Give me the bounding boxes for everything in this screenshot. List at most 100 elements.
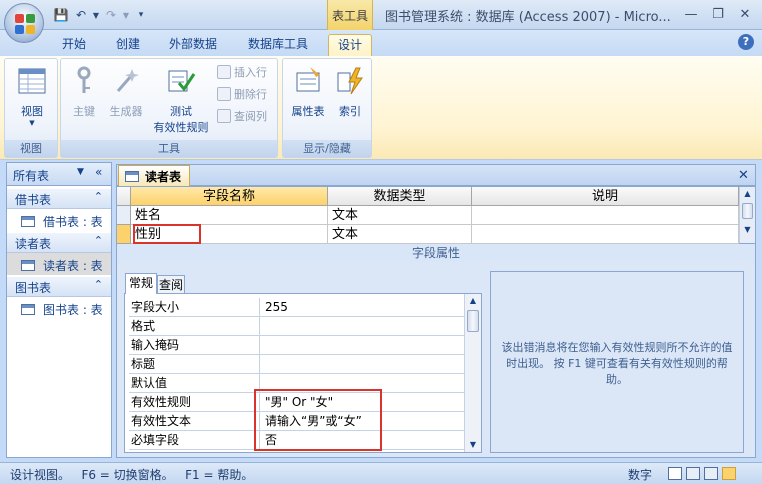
lookup-column-button[interactable]: 查阅列 bbox=[217, 107, 267, 125]
column-header-data-type[interactable]: 数据类型 bbox=[328, 187, 472, 206]
delete-rows-button[interactable]: 删除行 bbox=[217, 85, 267, 103]
delete-rows-label: 删除行 bbox=[234, 88, 267, 101]
table-icon bbox=[125, 170, 139, 182]
group-label-show-hide: 显示/隐藏 bbox=[283, 140, 371, 157]
data-type-cell[interactable]: 文本 bbox=[328, 206, 472, 225]
column-header-description[interactable]: 说明 bbox=[472, 187, 739, 206]
tab-general[interactable]: 常规 bbox=[125, 273, 157, 294]
grid-vertical-scrollbar[interactable]: ▲ ▼ bbox=[739, 187, 755, 243]
nav-item-label: 图书表 : 表 bbox=[43, 303, 103, 317]
property-value[interactable] bbox=[261, 355, 466, 374]
undo-icon[interactable]: ↶ bbox=[72, 6, 90, 24]
tab-database-tools[interactable]: 数据库工具 bbox=[238, 34, 318, 56]
office-button[interactable] bbox=[4, 3, 44, 43]
column-header-field-name[interactable]: 字段名称 bbox=[131, 187, 328, 206]
nav-item-borrow-table[interactable]: 借书表 : 表 bbox=[7, 209, 111, 231]
property-sheet-icon bbox=[296, 67, 320, 92]
nav-dropdown-icon[interactable]: ▼ bbox=[77, 167, 84, 177]
nav-group-reader[interactable]: 读者表 ⌃ bbox=[7, 233, 111, 253]
redo-icon[interactable]: ↷ bbox=[102, 6, 120, 24]
pivottable-view-icon[interactable] bbox=[686, 467, 700, 480]
undo-dropdown-icon[interactable]: ▼ bbox=[92, 6, 100, 24]
property-value[interactable] bbox=[261, 317, 466, 336]
status-bar: 设计视图。 F6 = 切换窗格。 F1 = 帮助。 数字 bbox=[0, 462, 762, 484]
scroll-down-icon[interactable]: ▼ bbox=[740, 223, 755, 237]
property-name: 有效性文本 bbox=[129, 412, 260, 431]
document-tab-strip bbox=[116, 164, 756, 186]
test-validation-rules-button[interactable]: 测试 有效性规则 bbox=[149, 65, 213, 135]
property-row[interactable]: 输入掩码 bbox=[129, 336, 467, 355]
tab-design[interactable]: 设计 bbox=[328, 34, 372, 56]
property-row[interactable]: 标题 bbox=[129, 355, 467, 374]
tab-external-data[interactable]: 外部数据 bbox=[160, 34, 226, 56]
indexes-button[interactable]: 索引 bbox=[331, 65, 369, 119]
row-selector-current[interactable] bbox=[117, 225, 131, 244]
nav-item-books-table[interactable]: 图书表 : 表 bbox=[7, 297, 111, 319]
key-icon bbox=[77, 66, 91, 93]
scroll-up-icon[interactable]: ▲ bbox=[465, 294, 481, 308]
customize-qat-icon[interactable]: ▾ bbox=[132, 6, 150, 24]
status-text: 设计视图。 F6 = 切换窗格。 F1 = 帮助。 bbox=[10, 468, 254, 482]
quick-access-toolbar: 💾 ↶ ▼ ↷ ▼ ▾ bbox=[52, 6, 150, 24]
property-name: 默认值 bbox=[129, 374, 260, 393]
minimize-icon[interactable]: — bbox=[680, 4, 702, 24]
insert-rows-label: 插入行 bbox=[234, 66, 267, 79]
primary-key-button[interactable]: 主键 bbox=[67, 65, 101, 119]
property-row[interactable]: 格式 bbox=[129, 317, 467, 336]
property-name: 字段大小 bbox=[129, 298, 260, 317]
close-icon[interactable]: ✕ bbox=[734, 4, 756, 24]
help-icon[interactable]: ? bbox=[738, 34, 754, 50]
description-cell[interactable] bbox=[472, 206, 739, 225]
field-name-cell[interactable]: 姓名 bbox=[131, 206, 328, 225]
builder-wand-icon bbox=[116, 69, 139, 92]
lookup-column-icon bbox=[217, 109, 231, 123]
data-type-cell[interactable]: 文本 bbox=[328, 225, 472, 244]
nav-pane-header[interactable]: 所有表 ▼ « bbox=[7, 163, 111, 186]
save-icon[interactable]: 💾 bbox=[52, 6, 70, 24]
row-selector[interactable] bbox=[117, 206, 131, 225]
property-sheet-button[interactable]: 属性表 bbox=[287, 65, 329, 119]
builder-button[interactable]: 生成器 bbox=[105, 65, 147, 119]
nav-group-borrow[interactable]: 借书表 ⌃ bbox=[7, 189, 111, 209]
nav-group-label: 图书表 bbox=[15, 281, 52, 295]
redo-dropdown-icon[interactable]: ▼ bbox=[122, 6, 130, 24]
validation-rules-label: 有效性规则 bbox=[153, 121, 209, 134]
design-view-icon[interactable] bbox=[722, 467, 736, 480]
restore-icon[interactable]: ❐ bbox=[707, 4, 729, 24]
lookup-column-label: 查阅列 bbox=[234, 110, 267, 123]
insert-rows-button[interactable]: 插入行 bbox=[217, 63, 267, 81]
tab-home[interactable]: 开始 bbox=[52, 34, 96, 56]
property-name: 有效性规则 bbox=[129, 393, 260, 412]
nav-item-reader-table[interactable]: 读者表 : 表 bbox=[7, 253, 111, 275]
close-document-icon[interactable]: ✕ bbox=[738, 168, 749, 183]
field-design-grid: 字段名称 数据类型 说明 姓名 文本 性别 文本 bbox=[116, 186, 756, 244]
property-scrollbar[interactable]: ▲ ▼ bbox=[464, 294, 481, 452]
scroll-up-icon[interactable]: ▲ bbox=[740, 187, 755, 201]
shutter-collapse-icon[interactable]: « bbox=[95, 165, 102, 179]
property-name: 必填字段 bbox=[129, 431, 260, 450]
document-tab-reader[interactable]: 读者表 bbox=[118, 165, 190, 186]
property-row[interactable]: 字段大小 255 bbox=[129, 298, 467, 317]
tab-create[interactable]: 创建 bbox=[106, 34, 150, 56]
scroll-down-icon[interactable]: ▼ bbox=[465, 438, 481, 452]
nav-group-books[interactable]: 图书表 ⌃ bbox=[7, 277, 111, 297]
pivotchart-view-icon[interactable] bbox=[704, 467, 718, 480]
property-name: 格式 bbox=[129, 317, 260, 336]
view-dropdown-icon: ▼ bbox=[29, 119, 35, 127]
scroll-thumb[interactable] bbox=[742, 203, 753, 219]
property-value[interactable] bbox=[261, 336, 466, 355]
description-cell[interactable] bbox=[472, 225, 739, 244]
view-button[interactable]: 视图 ▼ bbox=[11, 65, 53, 127]
property-help-text: 该出错消息将在您输入有效性规则所不允许的值时出现。 按 F1 键可查看有关有效性… bbox=[490, 271, 744, 453]
property-value[interactable]: 255 bbox=[261, 298, 466, 317]
view-button-label: 视图 bbox=[21, 105, 43, 118]
tab-lookup[interactable]: 查阅 bbox=[157, 275, 185, 294]
chevron-up-icon: ⌃ bbox=[93, 190, 103, 203]
group-tools: 主键 生成器 测试 有效性规则 插入行 删除行 查阅列 工具 bbox=[60, 58, 278, 158]
navigation-pane: 所有表 ▼ « 借书表 ⌃ 借书表 : 表 读者表 ⌃ 读者表 : 表 图书表 ⌃ 图… bbox=[6, 162, 112, 458]
group-views: 视图 ▼ 视图 bbox=[4, 58, 58, 158]
ribbon-tabs: 开始 创建 外部数据 数据库工具 设计 bbox=[0, 30, 762, 56]
scroll-thumb[interactable] bbox=[467, 310, 479, 332]
property-name: 标题 bbox=[129, 355, 260, 374]
datasheet-view-icon[interactable] bbox=[668, 467, 682, 480]
